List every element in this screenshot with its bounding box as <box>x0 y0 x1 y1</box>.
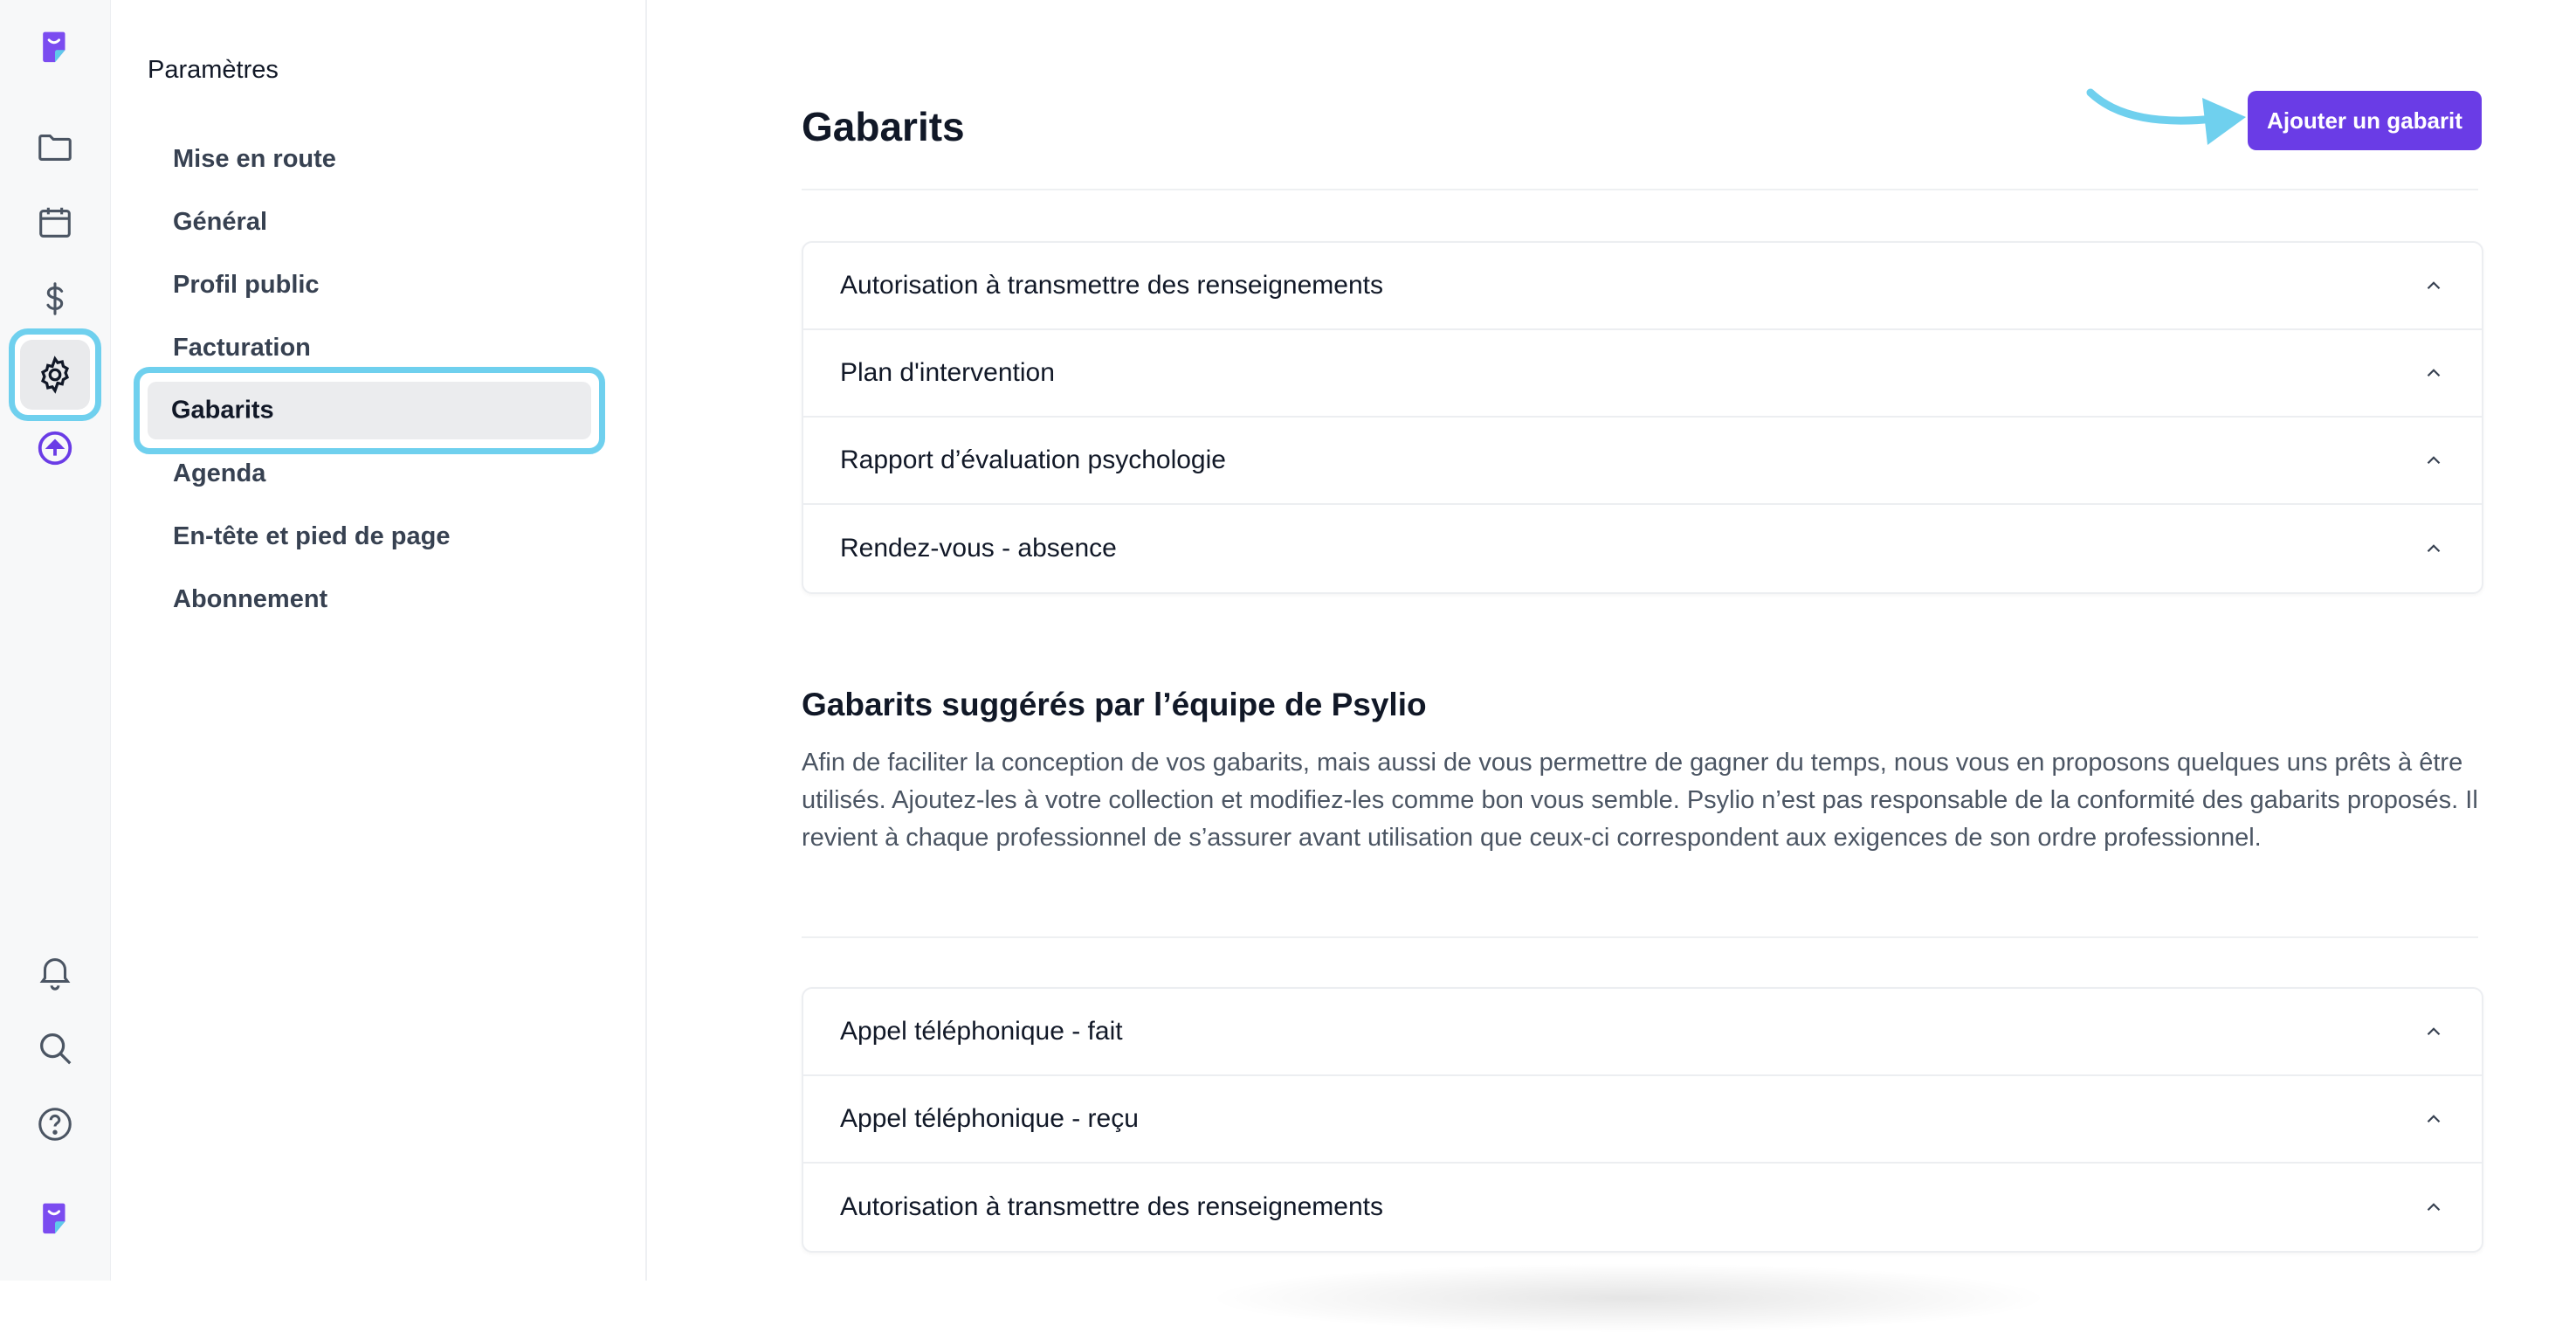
suggested-title: Gabarits suggérés par l’équipe de Psylio <box>802 687 1427 722</box>
gear-icon[interactable] <box>9 328 101 421</box>
sidebar-item-gabarits[interactable]: Gabarits <box>134 367 605 454</box>
folder-icon[interactable] <box>19 112 91 183</box>
scroll-shadow <box>1205 1263 2052 1333</box>
arrow-icon <box>2086 88 2246 145</box>
divider <box>802 936 2478 938</box>
settings-sidebar: Paramètres Mise en route Général Profil … <box>111 0 647 1281</box>
list-item[interactable]: Rapport d’évaluation psychologie <box>803 418 2482 505</box>
sidebar-item-label: Gabarits <box>171 396 274 425</box>
chevron-up-icon <box>2427 1027 2441 1036</box>
template-name: Rapport d’évaluation psychologie <box>840 445 1226 474</box>
list-item[interactable]: Autorisation à transmettre des renseigne… <box>803 1164 2482 1251</box>
templates-list: Autorisation à transmettre des renseigne… <box>802 241 2483 594</box>
template-name: Appel téléphonique - fait <box>840 1017 1123 1046</box>
search-icon[interactable] <box>19 1012 91 1084</box>
suggested-description: Afin de faciliter la conception de vos g… <box>802 749 2478 852</box>
sidebar-item-en-tete[interactable]: En-tête et pied de page <box>173 522 450 551</box>
dollar-icon[interactable] <box>19 263 91 335</box>
chevron-up-icon <box>2427 456 2441 465</box>
chevron-up-icon <box>2427 369 2441 377</box>
template-name: Rendez-vous - absence <box>840 534 1117 563</box>
chevron-up-icon <box>2427 544 2441 553</box>
template-name: Autorisation à transmettre des renseigne… <box>840 1192 1383 1221</box>
sidebar-item-profil-public[interactable]: Profil public <box>173 271 320 300</box>
settings-title: Paramètres <box>148 56 279 84</box>
list-item[interactable]: Appel téléphonique - fait <box>803 989 2482 1076</box>
add-template-button[interactable]: Ajouter un gabarit <box>2248 91 2482 150</box>
chevron-up-icon <box>2427 1203 2441 1212</box>
main-content: Gabarits Ajouter un gabarit Autorisation… <box>646 0 2576 1333</box>
upload-circle-icon[interactable] <box>19 412 91 484</box>
list-item[interactable]: Appel téléphonique - reçu <box>803 1076 2482 1164</box>
template-name: Plan d'intervention <box>840 358 1055 387</box>
help-icon[interactable] <box>19 1088 91 1160</box>
template-name: Appel téléphonique - reçu <box>840 1104 1139 1133</box>
sidebar-item-abonnement[interactable]: Abonnement <box>173 585 327 614</box>
list-item[interactable]: Rendez-vous - absence <box>803 505 2482 592</box>
chevron-up-icon <box>2427 281 2441 290</box>
bell-icon[interactable] <box>19 936 91 1007</box>
list-item[interactable]: Plan d'intervention <box>803 330 2482 418</box>
sidebar-item-mise-en-route[interactable]: Mise en route <box>173 145 336 174</box>
icon-rail <box>0 0 111 1281</box>
logo-icon[interactable] <box>19 12 91 84</box>
chevron-up-icon <box>2427 1115 2441 1123</box>
sidebar-item-facturation[interactable]: Facturation <box>173 334 311 363</box>
page-title: Gabarits <box>802 104 965 149</box>
sidebar-item-general[interactable]: Général <box>173 208 267 237</box>
list-item[interactable]: Autorisation à transmettre des renseigne… <box>803 243 2482 330</box>
template-name: Autorisation à transmettre des renseigne… <box>840 271 1383 300</box>
suggested-templates-list: Appel téléphonique - fait Appel téléphon… <box>802 987 2483 1253</box>
calendar-icon[interactable] <box>19 187 91 259</box>
sidebar-item-agenda[interactable]: Agenda <box>173 459 265 488</box>
logo-icon[interactable] <box>19 1184 91 1255</box>
divider <box>802 189 2478 190</box>
